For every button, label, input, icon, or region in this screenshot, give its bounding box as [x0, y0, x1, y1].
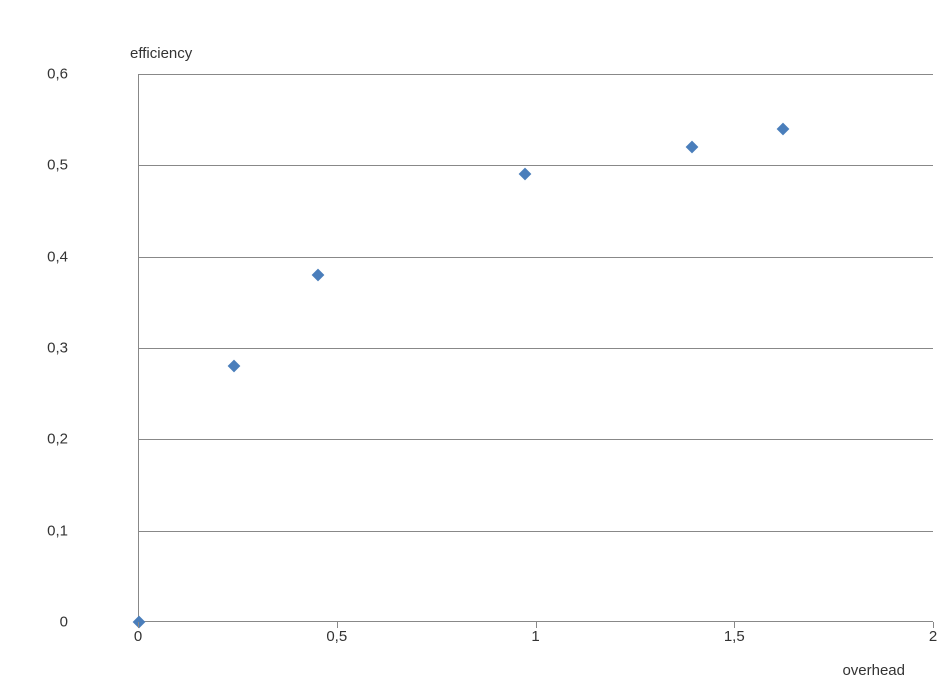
x-tick-mark: [337, 622, 338, 628]
x-tick-mark: [536, 622, 537, 628]
gridline: [139, 74, 933, 75]
x-tick-mark: [933, 622, 934, 628]
y-tick-label: 0,1: [47, 522, 68, 539]
x-tick-label: 1: [531, 628, 539, 645]
x-tick-mark: [734, 622, 735, 628]
data-point: [312, 269, 325, 282]
gridline: [139, 531, 933, 532]
y-tick-label: 0,4: [47, 248, 68, 265]
y-tick-label: 0,2: [47, 431, 68, 448]
y-tick-label: 0: [60, 614, 68, 631]
x-tick-label: 0,5: [326, 628, 347, 645]
x-tick-label: 0: [134, 628, 142, 645]
x-tick-label: 1,5: [724, 628, 745, 645]
chart-container: efficiency overhead 0 0,1 0,2 0,3 0,4 0,…: [45, 20, 920, 660]
gridline: [139, 257, 933, 258]
y-axis-label: efficiency: [130, 45, 192, 62]
data-point: [518, 168, 531, 181]
plot-area: [138, 74, 933, 622]
y-tick-label: 0,5: [47, 157, 68, 174]
y-tick-label: 0,6: [47, 66, 68, 83]
x-axis-label: overhead: [842, 662, 905, 679]
x-tick-label: 2: [929, 628, 937, 645]
data-point: [777, 122, 790, 135]
gridline: [139, 165, 933, 166]
data-point: [133, 616, 146, 629]
y-tick-label: 0,3: [47, 340, 68, 357]
gridline: [139, 439, 933, 440]
data-point: [685, 141, 698, 154]
data-point: [228, 360, 241, 373]
x-tick-mark: [138, 622, 139, 628]
gridline: [139, 348, 933, 349]
